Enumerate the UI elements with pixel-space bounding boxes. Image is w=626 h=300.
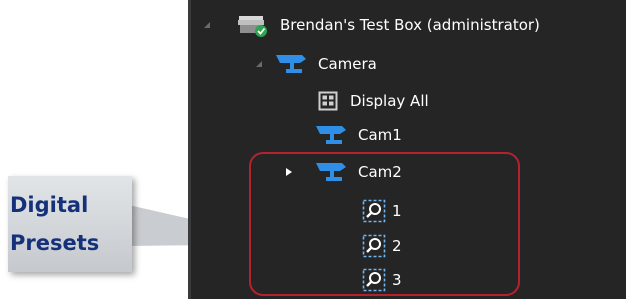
collapse-caret-icon[interactable]: [202, 20, 212, 30]
tree-node-preset-2[interactable]: 2: [362, 231, 402, 261]
tree-node-cam2[interactable]: Cam2: [284, 157, 402, 187]
tree-node-cam1[interactable]: Cam1: [314, 120, 402, 150]
preset-zoom-icon: [362, 268, 386, 292]
preset-zoom-icon: [362, 199, 386, 223]
collapse-caret-icon[interactable]: [254, 59, 264, 69]
preset-label: 1: [392, 202, 402, 220]
cam2-label: Cam2: [358, 163, 402, 181]
tree-node-server[interactable]: Brendan's Test Box (administrator): [202, 10, 540, 40]
preset-label: 2: [392, 237, 402, 255]
server-online-icon: [236, 12, 270, 38]
preset-zoom-icon: [362, 234, 386, 258]
tree-node-display-all[interactable]: Display All: [318, 86, 429, 116]
cam1-label: Cam1: [358, 126, 402, 144]
camera-icon: [274, 53, 308, 75]
callout-line-2: Presets: [10, 231, 100, 255]
device-tree: [188, 0, 626, 299]
callout-text: Digital Presets: [8, 186, 134, 262]
expand-caret-icon[interactable]: [284, 167, 294, 177]
tree-node-camera-group[interactable]: Camera: [254, 49, 377, 79]
camera-icon: [314, 161, 348, 183]
tree-node-preset-1[interactable]: 1: [362, 196, 402, 226]
display-all-label: Display All: [350, 92, 429, 110]
callout-line-1: Digital: [10, 193, 89, 217]
preset-label: 3: [392, 271, 402, 289]
tree-node-preset-3[interactable]: 3: [362, 265, 402, 295]
camera-group-label: Camera: [318, 55, 377, 73]
grid-display-icon: [318, 91, 338, 111]
server-label: Brendan's Test Box (administrator): [280, 16, 540, 34]
camera-icon: [314, 124, 348, 146]
